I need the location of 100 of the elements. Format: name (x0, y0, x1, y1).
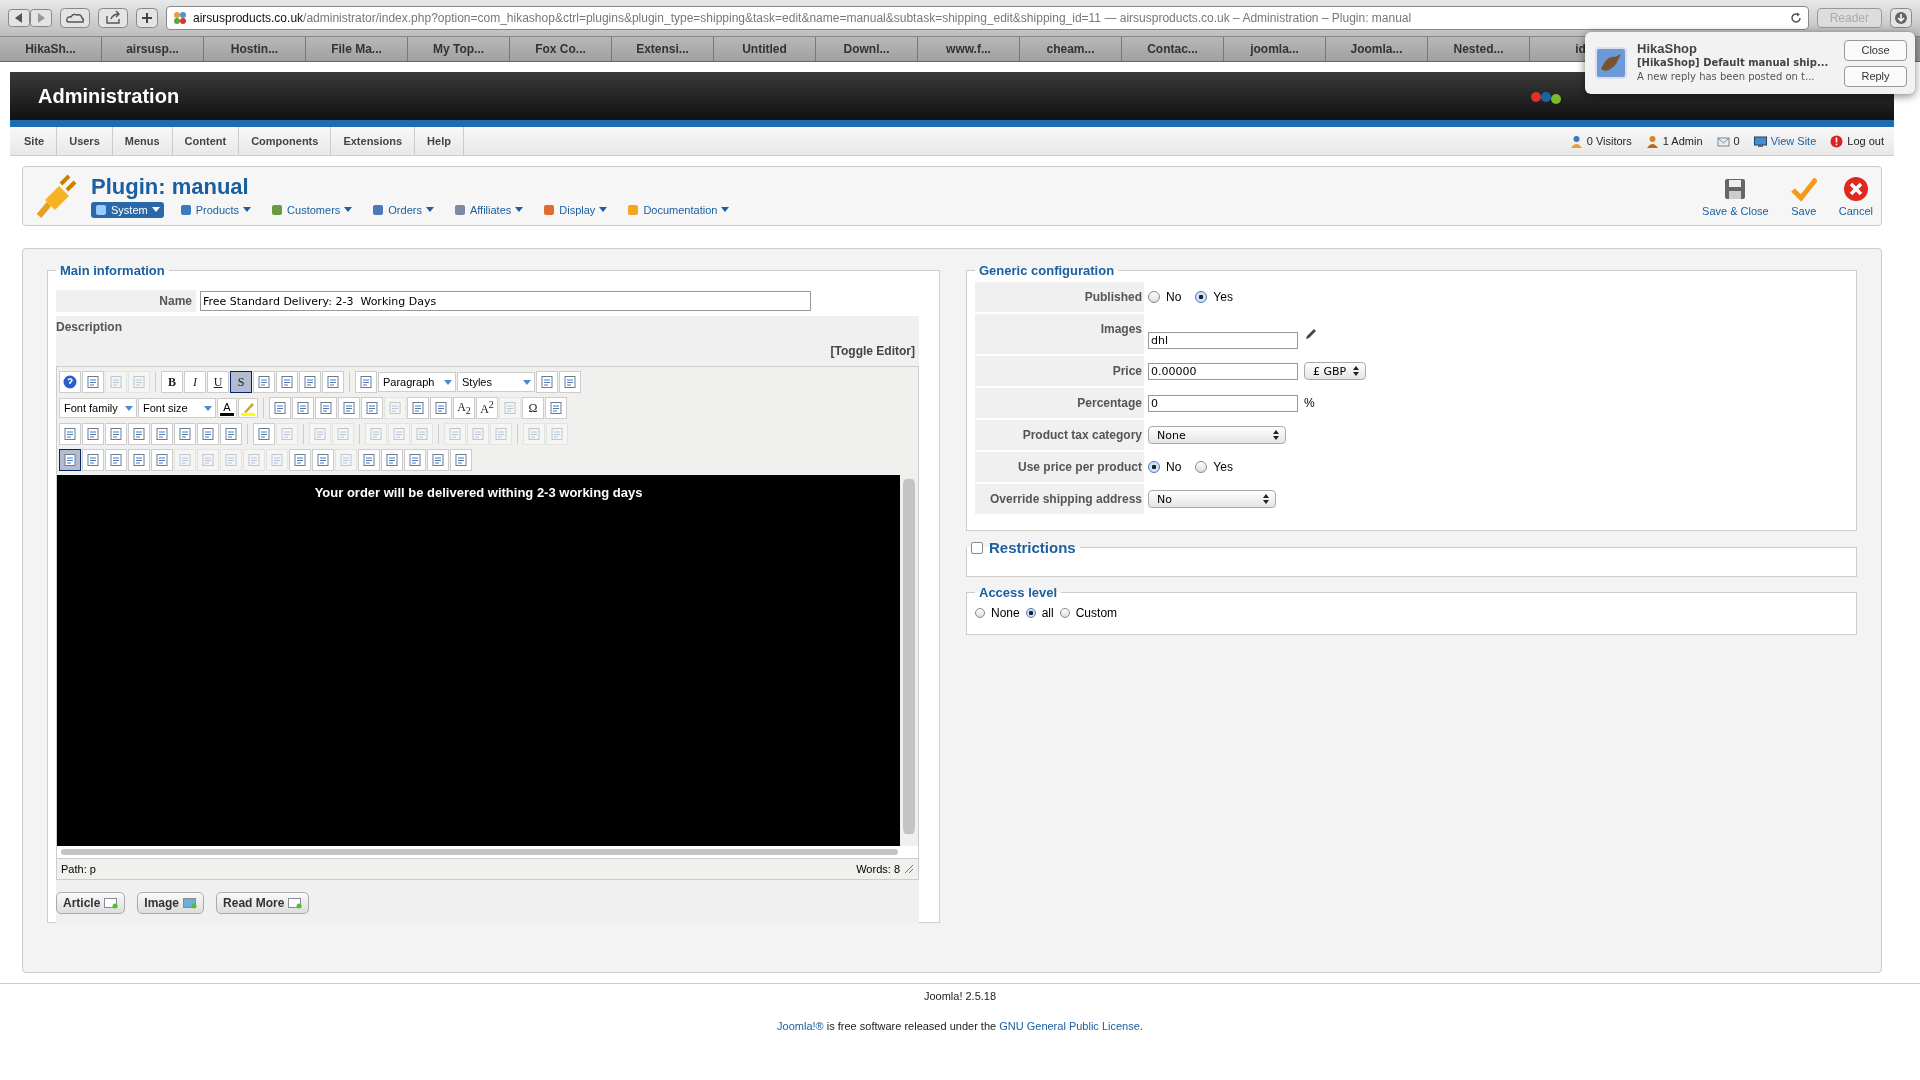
radio-button[interactable] (1148, 291, 1160, 303)
caret-icon (515, 207, 524, 213)
menu-item[interactable]: Menus (112, 127, 173, 155)
resize-icon[interactable] (904, 864, 914, 874)
submenu-item[interactable]: Orders (368, 202, 438, 218)
format-dropdown[interactable]: Font family (59, 398, 137, 418)
document-icon (549, 401, 563, 415)
radio-button[interactable] (1195, 461, 1208, 473)
browser-tab[interactable]: www.f... (918, 37, 1020, 61)
checkbox[interactable] (971, 541, 983, 554)
notification-body: A new reply has been posted on t... (1637, 70, 1816, 84)
toggle-editor-link[interactable]: [Toggle Editor] (830, 344, 915, 358)
scrollbar[interactable] (61, 849, 898, 855)
format-button[interactable]: A$_{2}$ (453, 397, 475, 419)
browser-tab[interactable]: HikaSh... (0, 37, 102, 61)
field-label: Name (56, 290, 196, 312)
format-button[interactable]: B (161, 371, 183, 393)
insert-button[interactable]: Image (137, 892, 205, 914)
radio-button[interactable] (1059, 608, 1070, 618)
field-label: Images (975, 314, 1144, 354)
radio-button[interactable] (1148, 461, 1160, 473)
browser-tab[interactable]: Contac... (1122, 37, 1224, 61)
price-field[interactable]: 0.00000 (1148, 362, 1298, 380)
radio-label: Custom (1075, 606, 1118, 620)
updown-icon (1353, 366, 1359, 376)
caret-icon (151, 207, 160, 213)
notification-button[interactable]: Close (1844, 39, 1907, 61)
browser-tab[interactable]: File Ma... (306, 37, 408, 61)
format-button[interactable]: U (207, 371, 229, 393)
address-field[interactable]: airsusproducts.co.uk/administrator/index.php?option=com_hikashop&ctrl=plugins&plugin_type=shipping&task=edit&name=manual&subtask=shipping_edit&shipping_id=11 — airsusproducts.co.uk – Administration – Plugin: manual (166, 6, 1809, 30)
pencil-icon[interactable] (1304, 327, 1318, 341)
document-icon (303, 375, 317, 389)
plus-icon[interactable] (136, 8, 158, 28)
browser-tab[interactable]: cheam... (1020, 37, 1122, 61)
submenu-item[interactable]: Display (539, 202, 612, 218)
scrollbar[interactable] (900, 479, 918, 834)
toolbar-button[interactable]: Cancel (1838, 175, 1873, 217)
browser-tab[interactable]: Untitled (714, 37, 816, 61)
submenu-item[interactable]: Customers (267, 202, 357, 218)
forward-icon[interactable] (30, 9, 52, 27)
format-button[interactable]: S (230, 371, 252, 393)
notification-button[interactable]: Reply (1844, 65, 1907, 87)
format-dropdown[interactable]: Paragraph (378, 372, 456, 392)
menu-item[interactable]: Users (57, 127, 113, 155)
insert-button[interactable]: Article (56, 892, 126, 914)
browser-tab[interactable]: Fox Co... (510, 37, 612, 61)
marker-icon[interactable] (241, 400, 255, 413)
toolbar-button[interactable]: Save & Close (1702, 175, 1769, 217)
menu-item[interactable]: Help (415, 127, 464, 155)
name-field[interactable]: Free Standard Delivery: 2-3 Working Days (200, 291, 811, 311)
license-link[interactable]: GNU General Public License (999, 1020, 1140, 1032)
menu-item[interactable]: Content (172, 127, 240, 155)
editor-tool-button[interactable] (59, 449, 81, 471)
radio-button[interactable] (1195, 291, 1208, 303)
image-field[interactable]: dhl (1148, 331, 1298, 349)
submenu-item[interactable]: Products (175, 202, 256, 218)
status-link[interactable]: Log out (1847, 135, 1884, 147)
editor-area[interactable]: Your order will be delivered withing 2-3 working days (57, 475, 900, 846)
menu-item[interactable]: Site (12, 127, 58, 155)
download-icon[interactable] (1890, 8, 1912, 28)
cloud-icon[interactable] (60, 8, 90, 28)
document-icon (109, 453, 123, 467)
document-icon (109, 427, 123, 441)
toolbar-button[interactable]: Save (1790, 175, 1817, 217)
caret-icon (425, 207, 434, 213)
radio-label: No (1166, 290, 1182, 304)
help-button[interactable] (59, 371, 81, 393)
browser-tab[interactable]: My Top... (408, 37, 510, 61)
document-icon (288, 897, 303, 909)
document-icon (224, 453, 238, 467)
dropdown[interactable]: No (1148, 490, 1276, 508)
format-button[interactable]: A$^{2}$ (476, 397, 498, 419)
dropdown[interactable]: None (1148, 426, 1286, 444)
format-dropdown[interactable]: Font size (138, 398, 216, 418)
submenu-item[interactable]: Affiliates (449, 202, 528, 218)
browser-tab[interactable]: airsusp... (102, 37, 204, 61)
submenu-item[interactable]: System (91, 202, 164, 218)
format-dropdown[interactable]: Styles (457, 372, 535, 392)
browser-tab[interactable]: Downl... (816, 37, 918, 61)
reload-icon[interactable] (1789, 12, 1802, 24)
browser-tab[interactable]: Hostin... (204, 37, 306, 61)
document-icon (359, 375, 373, 389)
currency-dropdown[interactable]: £ GBP (1304, 362, 1366, 380)
browser-tab[interactable]: Joomla... (1326, 37, 1428, 61)
browser-tab[interactable]: Extensi... (612, 37, 714, 61)
back-icon[interactable] (8, 9, 30, 27)
browser-tab[interactable]: Nested... (1428, 37, 1530, 61)
insert-button[interactable]: Read More (216, 892, 310, 914)
menu-item[interactable]: Components (239, 127, 332, 155)
submenu-item[interactable]: Documentation (623, 202, 734, 218)
format-button[interactable]: I (184, 371, 206, 393)
status-link[interactable]: View Site (1770, 135, 1817, 147)
percentage-field[interactable]: 0 (1148, 394, 1298, 412)
share-icon[interactable] (98, 8, 128, 28)
radio-button[interactable] (1025, 608, 1036, 618)
joomla-link[interactable]: Joomla!® (777, 1020, 824, 1032)
format-button[interactable]: Ω (522, 397, 544, 419)
browser-tab[interactable]: joomla... (1224, 37, 1326, 61)
radio-button[interactable] (975, 608, 985, 618)
menu-item[interactable]: Extensions (331, 127, 416, 155)
